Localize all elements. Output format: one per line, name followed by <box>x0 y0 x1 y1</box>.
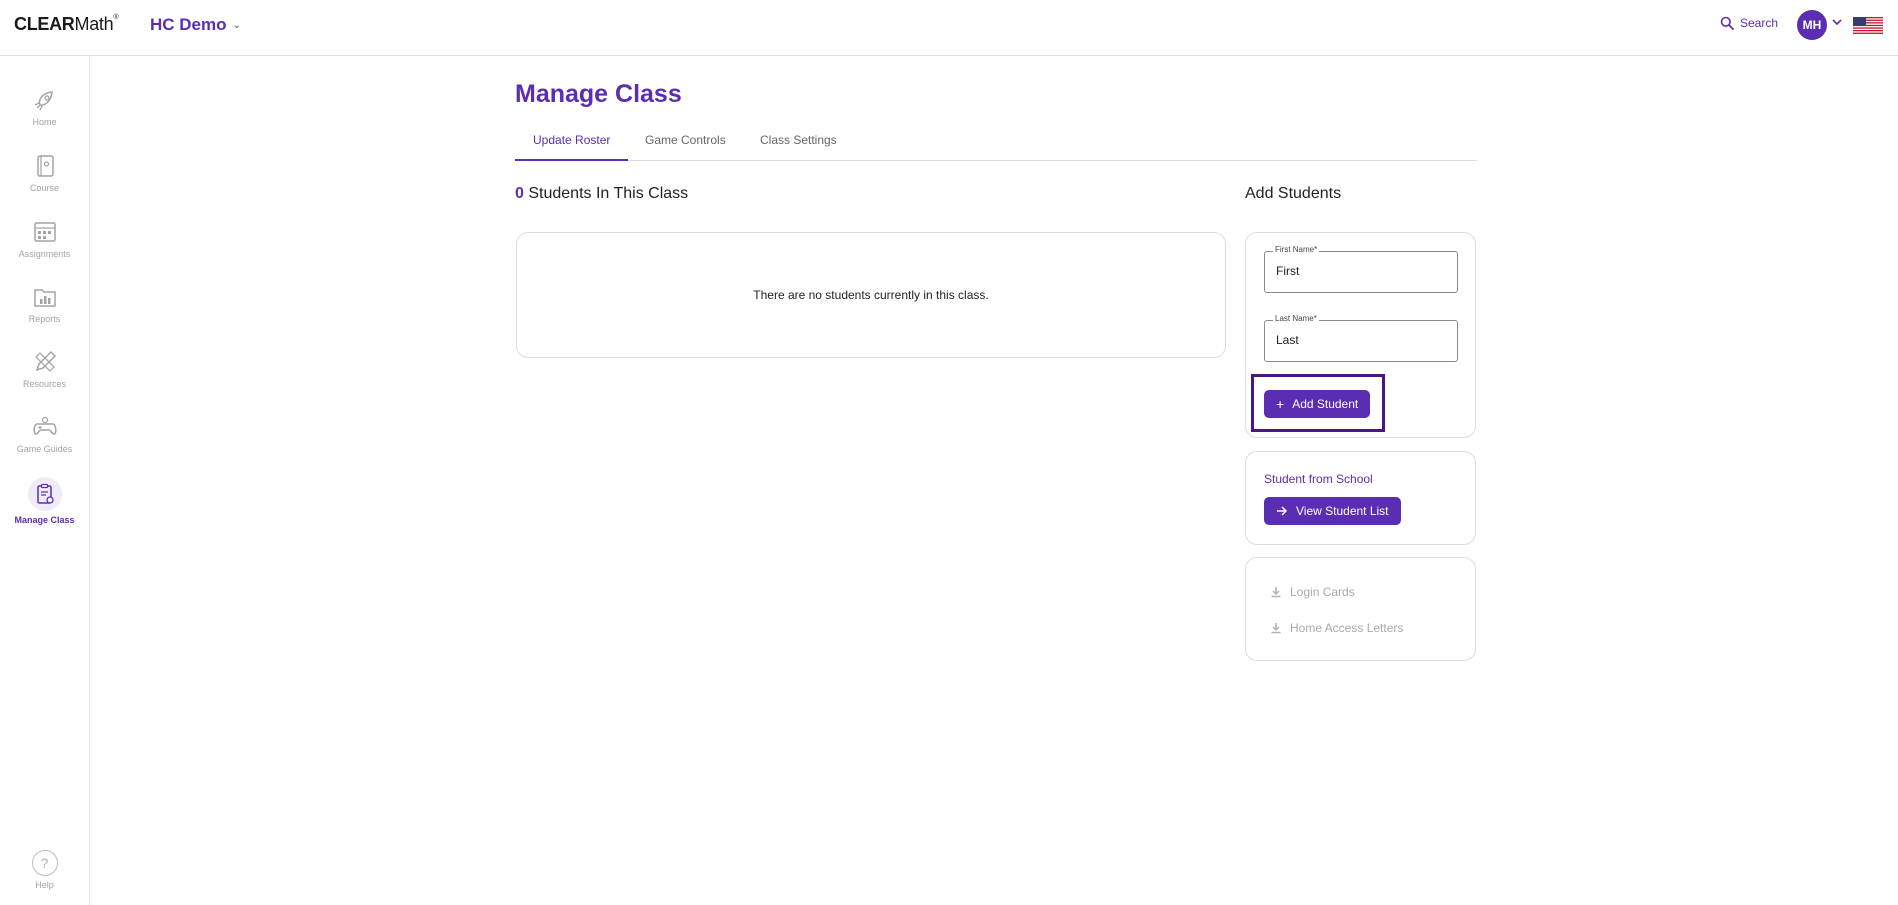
empty-message: There are no students currently in this … <box>753 288 989 302</box>
sidebar-item-assignments[interactable]: Assignments <box>0 219 89 275</box>
calendar-icon <box>33 222 56 242</box>
search-button[interactable]: Search <box>1720 16 1778 30</box>
add-student-highlight <box>1251 374 1385 432</box>
us-flag-icon[interactable] <box>1853 17 1883 34</box>
student-from-school-card: Student from School View Student List <box>1245 451 1476 545</box>
login-cards-link[interactable]: Login Cards <box>1270 585 1355 599</box>
gamepad-icon <box>32 416 57 435</box>
students-heading: 0 Students In This Class <box>515 185 689 202</box>
clearmath-logo[interactable]: CLEARMath® <box>14 14 118 35</box>
search-icon <box>1720 16 1734 30</box>
class-name: HC Demo <box>150 15 227 34</box>
sidebar-item-resources[interactable]: Resources <box>0 349 89 405</box>
notebook-icon <box>36 155 54 177</box>
rocket-icon <box>34 91 53 111</box>
class-switcher[interactable]: HC Demo ⌄ <box>150 15 241 35</box>
top-bar: CLEARMath® HC Demo ⌄ Search MH <box>0 0 1898 56</box>
view-student-list-button[interactable]: View Student List <box>1264 497 1401 525</box>
tab-game-controls[interactable]: Game Controls <box>627 132 744 159</box>
download-icon <box>1271 587 1281 598</box>
sidebar-item-course[interactable]: Course <box>0 153 89 209</box>
user-avatar[interactable]: MH <box>1797 10 1827 40</box>
chevron-down-icon: ⌄ <box>232 20 241 32</box>
pencil-ruler-icon <box>34 350 56 372</box>
last-name-field[interactable]: Last Name* <box>1264 314 1458 362</box>
question-icon: ? <box>31 850 58 876</box>
sidebar-item-game-guides[interactable]: Game Guides <box>0 414 89 470</box>
sidebar-item-manage-class[interactable]: Manage Class <box>0 477 89 533</box>
tab-bar: Update Roster Game Controls Class Settin… <box>515 122 1477 161</box>
help-button[interactable]: ? Help <box>0 850 89 890</box>
sidebar-item-reports[interactable]: Reports <box>0 284 89 340</box>
download-icon <box>1271 623 1281 634</box>
first-name-field[interactable]: First Name* <box>1264 245 1458 293</box>
search-label: Search <box>1740 16 1779 30</box>
tab-class-settings[interactable]: Class Settings <box>742 132 855 159</box>
home-access-letters-link[interactable]: Home Access Letters <box>1270 621 1403 635</box>
first-name-label: First Name* <box>1273 245 1320 254</box>
left-sidebar: Home Course Assignments Reports Resource… <box>0 56 90 905</box>
student-from-school-label: Student from School <box>1264 472 1373 486</box>
sidebar-item-home[interactable]: Home <box>0 87 89 143</box>
last-name-input[interactable] <box>1276 333 1446 347</box>
arrow-right-icon <box>1277 506 1288 516</box>
clipboard-gear-icon <box>36 483 54 504</box>
tab-update-roster[interactable]: Update Roster <box>515 132 629 161</box>
add-students-heading: Add Students <box>1245 185 1342 202</box>
chevron-down-icon[interactable] <box>1832 18 1842 26</box>
last-name-label: Last Name* <box>1273 314 1319 323</box>
first-name-input[interactable] <box>1276 264 1446 278</box>
active-indicator <box>27 477 62 511</box>
student-list-empty: There are no students currently in this … <box>516 232 1226 358</box>
page-title: Manage Class <box>515 80 682 108</box>
chart-folder-icon <box>33 289 56 307</box>
student-count: 0 <box>515 185 524 202</box>
downloads-card: Login Cards Home Access Letters <box>1245 557 1476 661</box>
